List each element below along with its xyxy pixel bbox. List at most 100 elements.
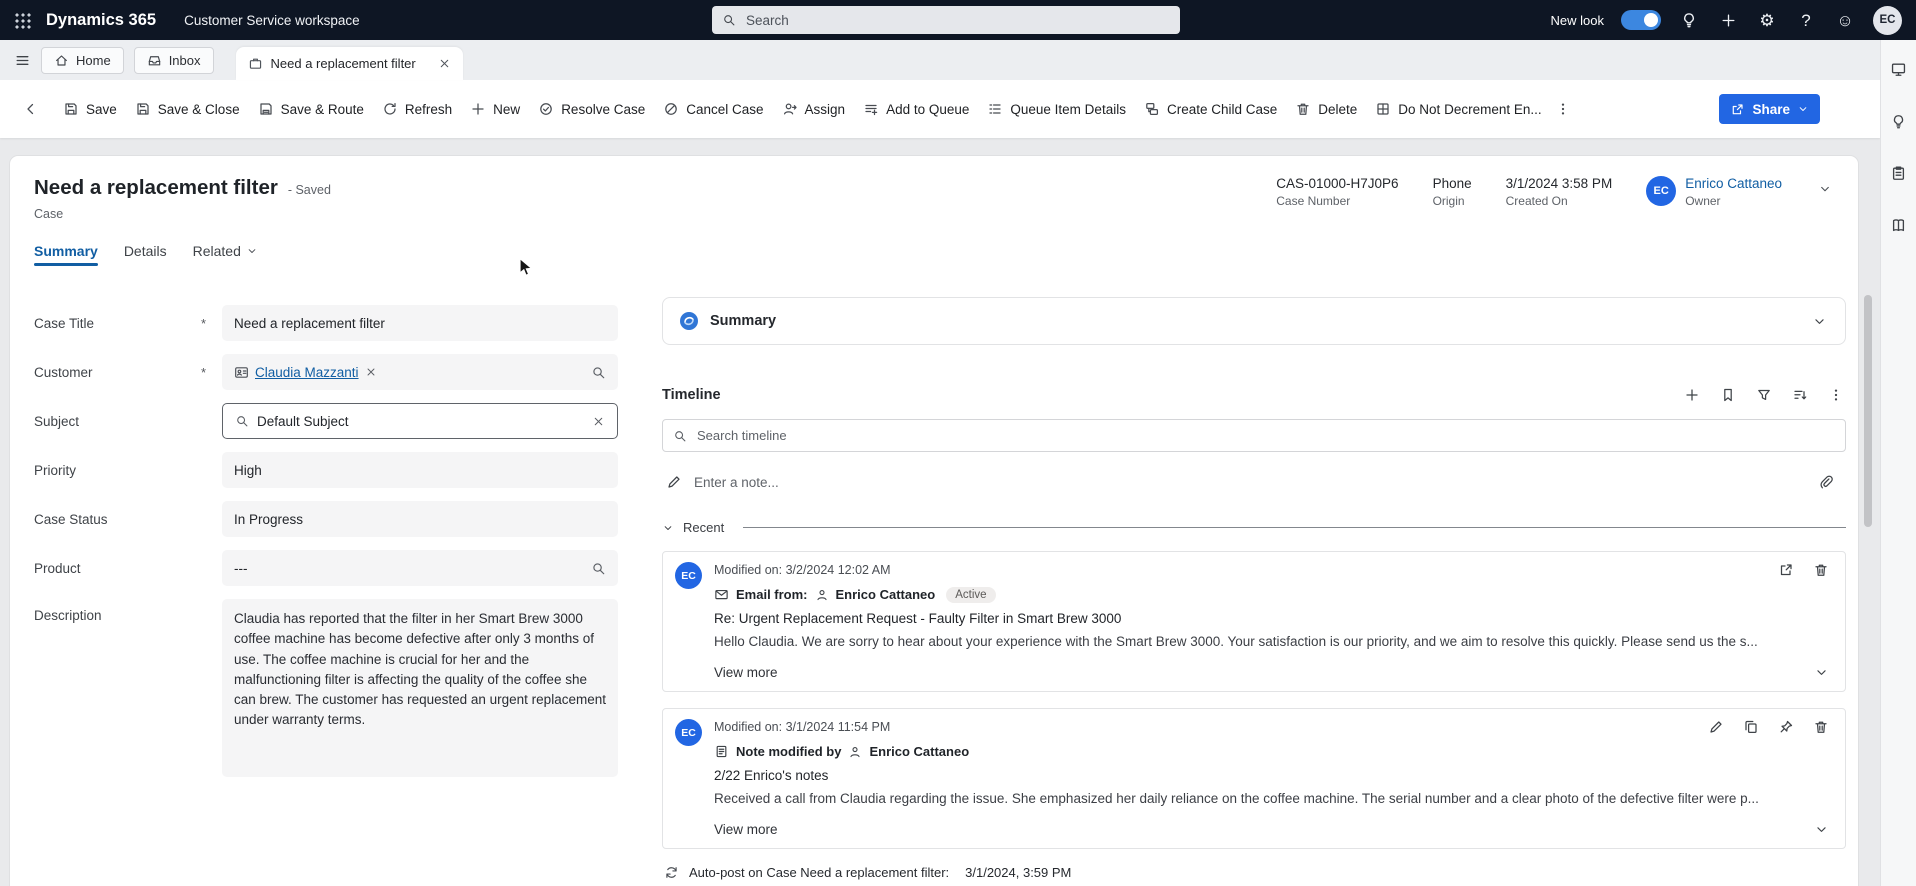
clear-subject-icon[interactable] bbox=[592, 415, 605, 428]
open-email-icon[interactable] bbox=[1776, 560, 1796, 580]
smart-assist-icon[interactable] bbox=[1886, 108, 1912, 134]
command-delete[interactable]: Delete bbox=[1286, 94, 1366, 124]
tab-home[interactable]: Home bbox=[41, 47, 124, 74]
feedback-smiley-icon[interactable]: ☺ bbox=[1834, 9, 1856, 31]
recent-group-toggle[interactable]: Recent bbox=[662, 520, 1846, 535]
command-label: Save & Route bbox=[281, 102, 364, 117]
back-button[interactable] bbox=[16, 95, 44, 123]
timeline-add-icon[interactable] bbox=[1682, 385, 1702, 405]
command-resolve-case[interactable]: Resolve Case bbox=[529, 94, 654, 124]
timeline-more-icon[interactable] bbox=[1826, 385, 1846, 405]
tab-details[interactable]: Details bbox=[124, 243, 167, 271]
delete-icon[interactable] bbox=[1811, 717, 1831, 737]
owner-label: Owner bbox=[1685, 194, 1782, 208]
tab-related[interactable]: Related bbox=[193, 243, 258, 271]
field-description: Description Claudia has reported that th… bbox=[34, 599, 618, 777]
copy-icon[interactable] bbox=[1741, 717, 1761, 737]
agent-scripts-icon bbox=[1890, 165, 1907, 182]
command-assign[interactable]: Assign bbox=[773, 94, 855, 124]
note-icon bbox=[714, 744, 729, 759]
customer-card-icon[interactable] bbox=[1886, 56, 1912, 82]
edit-note-icon[interactable] bbox=[1706, 717, 1726, 737]
customer-link[interactable]: Claudia Mazzanti bbox=[255, 365, 359, 380]
delete-icon[interactable] bbox=[1811, 560, 1831, 580]
customer-card-icon bbox=[1890, 61, 1907, 78]
field-case-title: Case Title Need a replacement filter bbox=[34, 305, 618, 341]
pin-icon[interactable] bbox=[1776, 717, 1796, 737]
customer-search-icon[interactable] bbox=[591, 365, 606, 380]
share-button[interactable]: Share bbox=[1719, 94, 1820, 124]
search-icon bbox=[673, 429, 687, 443]
view-more-link[interactable]: View more bbox=[714, 665, 778, 680]
timeline-filter-icon[interactable] bbox=[1754, 385, 1774, 405]
gear-icon[interactable]: ⚙ bbox=[1756, 9, 1778, 31]
global-search[interactable] bbox=[712, 6, 1180, 34]
search-icon bbox=[722, 13, 736, 27]
view-more-link[interactable]: View more bbox=[714, 822, 778, 837]
command-save-close[interactable]: Save & Close bbox=[126, 94, 249, 124]
plus-icon[interactable] bbox=[1717, 9, 1739, 31]
search-icon bbox=[673, 429, 687, 443]
timeline-header: Timeline bbox=[662, 385, 1846, 405]
note-composer[interactable] bbox=[662, 468, 1846, 496]
summary-section-card[interactable]: Summary bbox=[662, 297, 1846, 345]
product-search-icon[interactable] bbox=[591, 561, 606, 576]
home-icon bbox=[54, 53, 69, 68]
command-new[interactable]: New bbox=[461, 94, 529, 124]
close-tab-icon[interactable] bbox=[438, 57, 451, 70]
collapse-header-chevron-icon[interactable] bbox=[1816, 180, 1834, 198]
new-look-toggle[interactable] bbox=[1621, 10, 1661, 30]
priority-field[interactable]: High bbox=[222, 452, 618, 488]
case-status-field[interactable]: In Progress bbox=[222, 501, 618, 537]
lightbulb-icon[interactable] bbox=[1678, 9, 1700, 31]
timeline-expand-entries-icon[interactable] bbox=[1790, 385, 1810, 405]
product-field[interactable]: --- bbox=[222, 550, 618, 586]
tab-inbox[interactable]: Inbox bbox=[134, 47, 214, 74]
timeline-more-icon bbox=[1828, 387, 1844, 403]
expand-entry-chevron-icon[interactable] bbox=[1812, 820, 1831, 839]
attach-paperclip-icon[interactable] bbox=[1816, 472, 1836, 492]
owner-block: EC Enrico Cattaneo Owner bbox=[1646, 176, 1782, 208]
avatar: EC bbox=[675, 562, 702, 589]
timeline-search[interactable] bbox=[662, 419, 1846, 452]
summary-chevron-icon[interactable] bbox=[1810, 312, 1829, 331]
customer-field[interactable]: Claudia Mazzanti bbox=[222, 354, 618, 390]
agent-scripts-icon[interactable] bbox=[1886, 160, 1912, 186]
command-label: Add to Queue bbox=[886, 102, 969, 117]
user-avatar[interactable]: EC bbox=[1873, 6, 1902, 35]
knowledge-search-icon[interactable] bbox=[1886, 212, 1912, 238]
subject-search-icon bbox=[235, 414, 249, 428]
tab-active-case[interactable]: Need a replacement filter bbox=[236, 47, 463, 80]
stat-label: Case Number bbox=[1276, 194, 1398, 208]
timeline-search-input[interactable] bbox=[695, 427, 1835, 444]
case-title-field[interactable]: Need a replacement filter bbox=[222, 305, 618, 341]
saved-indicator: - Saved bbox=[288, 183, 331, 197]
waffle-menu-icon[interactable] bbox=[14, 12, 31, 29]
command-add-to-queue[interactable]: Add to Queue bbox=[854, 94, 978, 124]
help-icon[interactable]: ? bbox=[1795, 9, 1817, 31]
tab-summary[interactable]: Summary bbox=[34, 243, 98, 271]
plus-icon bbox=[1720, 12, 1737, 29]
command-queue-item-details[interactable]: Queue Item Details bbox=[978, 94, 1135, 124]
command-do-not-decrement-en[interactable]: Do Not Decrement En... bbox=[1366, 94, 1550, 124]
recent-label: Recent bbox=[683, 520, 724, 535]
command-save-route[interactable]: Save & Route bbox=[249, 94, 373, 124]
hamburger-menu-icon[interactable] bbox=[14, 52, 31, 69]
note-input[interactable] bbox=[692, 474, 1806, 491]
command-save[interactable]: Save bbox=[54, 94, 126, 124]
subject-field[interactable]: Default Subject bbox=[222, 403, 618, 439]
owner-name-link[interactable]: Enrico Cattaneo bbox=[1685, 176, 1782, 191]
timeline-bookmark-icon[interactable] bbox=[1718, 385, 1738, 405]
global-search-input[interactable] bbox=[744, 12, 1170, 29]
remove-customer-icon[interactable] bbox=[365, 366, 377, 378]
overflow-more-icon[interactable] bbox=[1551, 95, 1575, 123]
scrollbar-thumb[interactable] bbox=[1864, 295, 1872, 527]
command-create-child-case[interactable]: Create Child Case bbox=[1135, 94, 1286, 124]
expand-entry-chevron-icon[interactable] bbox=[1812, 663, 1831, 682]
workspace-title[interactable]: Customer Service workspace bbox=[184, 13, 360, 28]
command-label: New bbox=[493, 102, 520, 117]
note-icon bbox=[714, 744, 729, 759]
command-cancel-case[interactable]: Cancel Case bbox=[654, 94, 772, 124]
description-field[interactable]: Claudia has reported that the filter in … bbox=[222, 599, 618, 777]
command-refresh[interactable]: Refresh bbox=[373, 94, 461, 124]
